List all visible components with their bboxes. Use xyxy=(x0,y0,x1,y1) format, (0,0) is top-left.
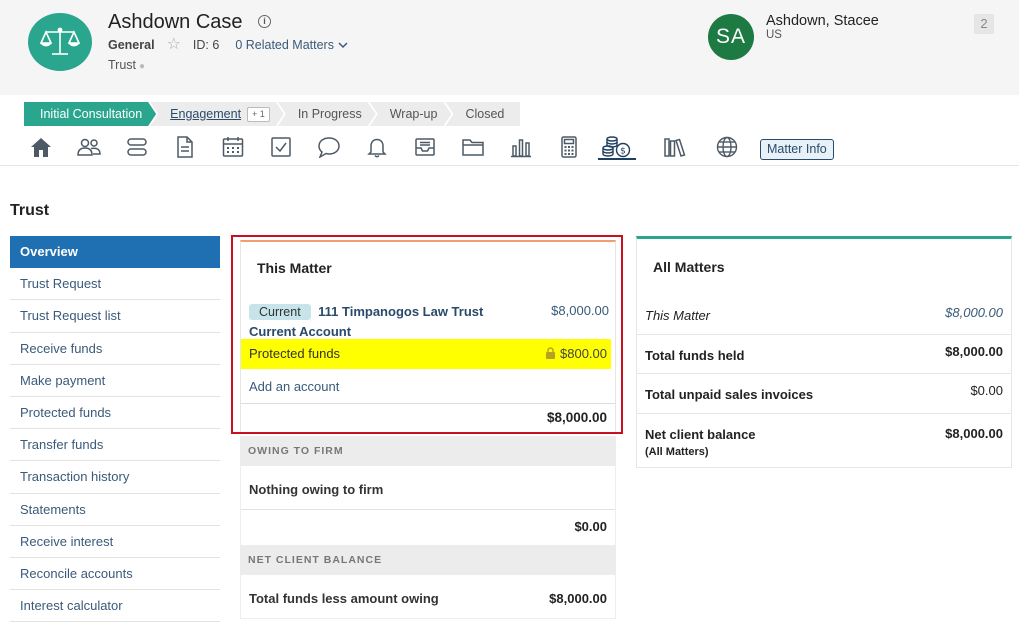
cards-icon[interactable] xyxy=(120,131,154,163)
all-matters-row: Total unpaid sales invoices $0.00 xyxy=(637,374,1011,414)
chevron-down-icon xyxy=(338,41,348,48)
info-icon[interactable]: i xyxy=(258,15,271,28)
all-matters-row-value: $0.00 xyxy=(970,383,1003,398)
all-matters-row-value: $8,000.00 xyxy=(945,305,1003,320)
globe-icon[interactable] xyxy=(710,131,744,163)
all-matters-row-label: Net client balance xyxy=(645,427,756,442)
owing-section-header: OWING TO FIRM xyxy=(240,436,616,466)
owing-section: Nothing owing to firm $0.00 xyxy=(240,466,616,546)
net-balance-value: $8,000.00 xyxy=(549,591,607,606)
bell-icon[interactable] xyxy=(360,131,394,163)
practice-area: General xyxy=(108,38,155,52)
nav-reconcile-accounts[interactable]: Reconcile accounts xyxy=(10,558,220,591)
stage-wrap-up[interactable]: Wrap-up xyxy=(370,102,452,126)
nav-receive-funds[interactable]: Receive funds xyxy=(10,333,220,365)
owing-divider xyxy=(241,509,615,510)
owing-total: $0.00 xyxy=(574,519,607,534)
scales-logo-icon xyxy=(28,13,92,71)
nav-trust-request[interactable]: Trust Request xyxy=(10,268,220,301)
matter-meta: General ☆ ID: 6 0 Related Matters xyxy=(108,37,348,53)
matter-header: Ashdown Case i General ☆ ID: 6 0 Related… xyxy=(0,0,1019,95)
nav-statements[interactable]: Statements xyxy=(10,494,220,526)
page-title: Trust xyxy=(10,202,50,219)
matter-subtype: Trust ● xyxy=(108,58,145,72)
stage-label: In Progress xyxy=(297,107,362,121)
nav-overview[interactable]: Overview xyxy=(10,236,220,269)
home-icon[interactable] xyxy=(24,131,58,163)
owing-text: Nothing owing to firm xyxy=(249,482,384,497)
stage-initial-consultation[interactable]: Initial Consultation xyxy=(24,102,156,126)
net-balance-label: Total funds less amount owing xyxy=(249,591,439,606)
matter-title: Ashdown Case xyxy=(108,11,243,33)
matter-info-button[interactable]: Matter Info xyxy=(760,139,834,160)
all-matters-row-label: This Matter xyxy=(645,308,711,323)
stage-label: Closed xyxy=(465,107,505,121)
nav-make-payment[interactable]: Make payment xyxy=(10,365,220,397)
stage-bar: Initial Consultation Engagement + 1 In Pr… xyxy=(24,102,521,126)
inbox-icon[interactable] xyxy=(408,131,442,163)
star-icon[interactable]: ☆ xyxy=(167,37,181,53)
highlight-frame xyxy=(231,235,623,434)
nav-interest-calculator[interactable]: Interest calculator xyxy=(10,590,220,623)
related-matters-dropdown[interactable]: 0 Related Matters xyxy=(235,38,348,52)
trust-sidenav: Overview Trust Request Trust Request lis… xyxy=(10,236,220,623)
all-matters-row: Net client balance (All Matters) $8,000.… xyxy=(637,414,1011,469)
nav-receive-interest[interactable]: Receive interest xyxy=(10,526,220,558)
nav-transaction-history[interactable]: Transaction history xyxy=(10,461,220,494)
all-matters-card: All Matters This Matter $8,000.00 Total … xyxy=(636,236,1012,468)
stage-closed[interactable]: Closed xyxy=(445,102,521,126)
net-balance-section: Total funds less amount owing $8,000.00 xyxy=(240,575,616,619)
matter-id: ID: 6 xyxy=(192,38,220,52)
subtype-label: Trust xyxy=(108,58,137,72)
net-balance-section-header: NET CLIENT BALANCE xyxy=(240,545,616,575)
stage-label: Initial Consultation xyxy=(40,107,143,121)
related-matters-label: 0 Related Matters xyxy=(235,38,334,52)
client-location: US xyxy=(766,29,782,41)
all-matters-row-label: Total unpaid sales invoices xyxy=(645,387,814,402)
stage-engagement[interactable]: Engagement + 1 xyxy=(150,102,284,126)
stage-label: Engagement xyxy=(170,107,242,121)
stage-extra-badge: + 1 xyxy=(247,107,270,122)
calculator-icon[interactable] xyxy=(552,131,586,163)
all-matters-row-value: $8,000.00 xyxy=(945,426,1003,441)
all-matters-row: Total funds held $8,000.00 xyxy=(637,335,1011,374)
counter-badge[interactable]: 2 xyxy=(974,14,994,34)
avatar[interactable]: SA xyxy=(708,14,754,60)
coins-icon[interactable]: $ xyxy=(598,131,636,163)
chat-icon[interactable] xyxy=(312,131,346,163)
people-icon[interactable] xyxy=(72,131,106,163)
stage-label: Wrap-up xyxy=(389,107,438,121)
all-matters-row-label: Total funds held xyxy=(645,348,745,363)
nav-protected-funds[interactable]: Protected funds xyxy=(10,397,220,430)
all-matters-row-sublabel: (All Matters) xyxy=(645,446,709,458)
stage-in-progress[interactable]: In Progress xyxy=(278,102,376,126)
nav-transfer-funds[interactable]: Transfer funds xyxy=(10,429,220,462)
all-matters-row: This Matter $8,000.00 xyxy=(637,295,1011,335)
all-matters-row-value: $8,000.00 xyxy=(945,344,1003,359)
status-dot-icon: ● xyxy=(139,61,146,72)
toolbar-divider xyxy=(0,165,1019,166)
folder-icon[interactable] xyxy=(456,131,490,163)
library-icon[interactable] xyxy=(658,131,692,163)
svg-text:$: $ xyxy=(620,147,626,157)
nav-trust-request-list[interactable]: Trust Request list xyxy=(10,300,220,333)
document-icon[interactable] xyxy=(168,131,202,163)
matter-toolbar: $ Matter Info xyxy=(24,131,1019,163)
chart-icon[interactable] xyxy=(504,131,538,163)
calendar-icon[interactable] xyxy=(216,131,250,163)
client-name[interactable]: Ashdown, Stacee xyxy=(766,13,879,29)
all-matters-title: All Matters xyxy=(653,259,725,275)
task-icon[interactable] xyxy=(264,131,298,163)
